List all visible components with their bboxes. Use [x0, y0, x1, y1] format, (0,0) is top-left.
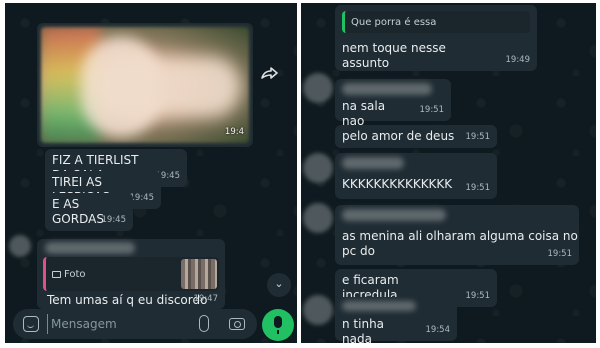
message-bubble[interactable]: na sala nao 19:51 — [335, 79, 451, 128]
message-time: 19:51 — [465, 291, 491, 301]
avatar[interactable] — [303, 203, 333, 233]
message-text: Tem umas aí q eu discordo — [47, 293, 208, 307]
sender-name-blurred — [342, 157, 404, 169]
quote-text: Que porra é essa — [351, 17, 437, 28]
blurred-photo[interactable] — [41, 27, 249, 143]
reply-message[interactable]: Que porra é essa nem toque nesse assunto… — [335, 5, 537, 71]
avatar[interactable] — [303, 295, 333, 325]
message-composer — [13, 309, 257, 339]
sticker-icon[interactable] — [23, 316, 39, 332]
sender-name-blurred — [342, 301, 416, 311]
message-bubble[interactable]: E AS GORDAS 19:45 — [45, 193, 133, 231]
chevrons-down-icon: ⌄ — [274, 277, 284, 290]
quoted-message[interactable]: Que porra é essa — [342, 11, 530, 33]
sender-name-blurred — [45, 242, 135, 254]
message-time: 19:45 — [101, 215, 127, 225]
message-time: 19:45 — [129, 193, 155, 203]
paperclip-icon[interactable] — [199, 315, 209, 332]
camera-icon[interactable] — [229, 318, 245, 330]
photo-blur-shape — [101, 57, 241, 117]
avatar[interactable] — [303, 73, 333, 103]
message-text: as menina ali olharam alguma coisa no pc… — [342, 229, 578, 258]
message-input[interactable] — [47, 314, 187, 334]
message-bubble[interactable]: n tinha nada 19:54 — [335, 297, 457, 343]
sender-name-blurred — [342, 209, 446, 221]
microphone-button[interactable] — [262, 309, 294, 341]
avatar[interactable] — [9, 235, 31, 257]
message-time: 19:51 — [465, 183, 491, 193]
sender-name-blurred — [342, 83, 432, 95]
microphone-icon — [274, 316, 282, 334]
left-chat-panel: 19:4 FIZ A TIERLIST DA SALA 19:45 TIREI … — [5, 3, 297, 343]
message-time: 19:54 — [425, 325, 451, 335]
message-time: 19:4 — [224, 127, 244, 137]
reply-message[interactable]: Foto Tem umas aí q eu discordo 19:47 — [37, 239, 225, 309]
message-time: 19:51 — [419, 105, 445, 115]
message-time: 19:47 — [193, 294, 219, 304]
quote-label: Foto — [64, 269, 86, 280]
camera-icon — [52, 271, 61, 278]
message-bubble[interactable]: pelo amor de deus 19:51 — [335, 125, 497, 148]
forward-icon[interactable] — [260, 65, 280, 81]
message-text: nem toque nesse assunto — [342, 41, 446, 70]
avatar[interactable] — [303, 153, 333, 183]
message-bubble[interactable]: as menina ali olharam alguma coisa no pc… — [335, 205, 579, 265]
scroll-down-button[interactable]: ⌄ — [267, 273, 291, 297]
message-time: 19:51 — [465, 132, 491, 142]
right-chat-panel: Que porra é essa nem toque nesse assunto… — [301, 3, 596, 343]
message-time: 19:51 — [547, 249, 573, 259]
message-bubble[interactable]: KKKKKKKKKKKKKK 19:51 — [335, 153, 497, 199]
message-time: 19:49 — [505, 55, 531, 65]
quoted-photo-thumbnail — [181, 259, 217, 289]
photo-message[interactable]: 19:4 — [37, 23, 253, 147]
quoted-photo[interactable]: Foto — [43, 257, 219, 291]
